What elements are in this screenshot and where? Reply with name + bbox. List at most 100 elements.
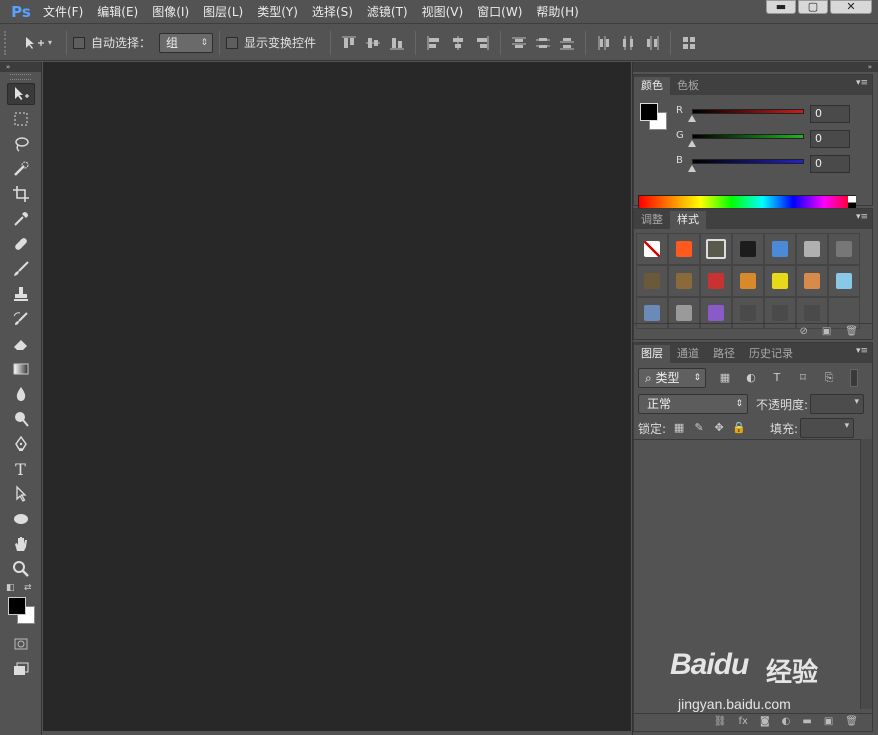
menu-file[interactable]: 文件(F) [36,0,90,24]
blue-value-input[interactable]: 0 [810,155,850,173]
dodge-tool[interactable] [7,408,35,430]
show-transform-checkbox[interactable] [226,36,239,49]
gradient-tool[interactable] [7,358,35,380]
dock-collapse-icon[interactable]: » [633,62,878,72]
options-bar-grip[interactable] [4,30,10,55]
lock-paint-icon[interactable]: ✎ [692,421,706,435]
red-slider-thumb[interactable] [688,115,696,122]
blur-tool[interactable] [7,383,35,405]
align-left-icon[interactable] [425,34,443,52]
tab-layers[interactable]: 图层 [634,345,670,363]
opacity-input[interactable]: ▾ [810,394,865,414]
adjustment-icon[interactable]: ◐ [782,716,791,727]
tab-swatches[interactable]: 色板 [670,77,706,95]
move-tool[interactable] [6,83,35,105]
healing-brush-tool[interactable] [7,233,35,255]
filter-pixel-icon[interactable]: ▦ [718,371,732,385]
marquee-tool[interactable] [7,108,35,130]
blend-mode-dropdown[interactable]: 正常 ⇕ [638,394,748,414]
tab-adjustments[interactable]: 调整 [634,211,670,229]
eraser-tool[interactable] [7,333,35,355]
hand-tool[interactable] [7,533,35,555]
new-layer-icon[interactable]: ▣ [824,716,833,727]
panel-foreground-swatch[interactable] [640,103,658,121]
green-value-input[interactable]: 0 [810,130,850,148]
path-select-tool[interactable] [7,483,35,505]
auto-select-checkbox[interactable] [73,36,85,49]
menu-select[interactable]: 选择(S) [305,0,360,24]
style-swatch[interactable] [828,233,860,265]
style-swatch[interactable] [828,265,860,297]
blue-slider[interactable] [692,159,804,164]
lock-all-icon[interactable]: 🔒 [732,421,746,435]
menu-image[interactable]: 图像(I) [145,0,196,24]
lock-position-icon[interactable]: ✥ [712,421,726,435]
green-slider-thumb[interactable] [688,140,696,147]
style-swatch[interactable] [796,265,828,297]
style-swatch[interactable] [700,233,732,265]
style-swatch[interactable] [668,233,700,265]
fx-icon[interactable]: fx [739,716,748,727]
distribute-top-icon[interactable] [510,34,528,52]
style-swatch[interactable] [764,265,796,297]
pen-tool[interactable] [7,433,35,455]
mask-icon[interactable]: ◙ [760,716,770,727]
tab-paths[interactable]: 路径 [706,345,742,363]
style-swatch[interactable] [700,265,732,297]
brush-tool[interactable] [7,258,35,280]
red-value-input[interactable]: 0 [810,105,850,123]
style-swatch[interactable] [732,265,764,297]
filter-shape-icon[interactable]: ⌑ [796,371,810,385]
toolbox-grip[interactable] [10,74,31,80]
distribute-bottom-icon[interactable] [558,34,576,52]
tab-history[interactable]: 历史记录 [742,345,800,363]
close-button[interactable]: ✕ [830,0,872,14]
trash-icon[interactable]: 🗑 [845,326,858,337]
crop-tool[interactable] [7,183,35,205]
green-slider[interactable] [692,134,804,139]
tab-styles[interactable]: 样式 [670,211,706,229]
link-icon[interactable]: ⛓ [714,716,727,727]
align-vcenter-icon[interactable] [364,34,382,52]
default-colors-icon[interactable]: ◧ [6,583,15,593]
quick-mask-button[interactable] [7,633,35,655]
distribute-left-icon[interactable] [595,34,613,52]
tab-color[interactable]: 颜色 [634,77,670,95]
document-canvas-area[interactable] [43,62,631,731]
distribute-right-icon[interactable] [643,34,661,52]
history-brush-tool[interactable] [7,308,35,330]
auto-select-dropdown[interactable]: 组 ⇕ [159,32,214,53]
style-swatch[interactable] [668,265,700,297]
filter-smart-object-icon[interactable]: ⎘ [822,371,836,385]
lasso-tool[interactable] [7,133,35,155]
swap-colors-icon[interactable]: ⇄ [24,583,32,593]
red-slider[interactable] [692,109,804,114]
filter-type-icon[interactable]: T [770,371,784,385]
layers-scrollbar[interactable] [860,439,872,709]
style-swatch[interactable] [732,233,764,265]
trash-icon[interactable]: 🗑 [845,716,858,727]
menu-view[interactable]: 视图(V) [415,0,471,24]
auto-align-icon[interactable] [680,34,698,52]
panel-menu-icon[interactable]: ▾≡ [856,78,868,88]
distribute-hcenter-icon[interactable] [619,34,637,52]
menu-layer[interactable]: 图层(L) [196,0,250,24]
menu-type[interactable]: 类型(Y) [250,0,305,24]
lock-transparent-icon[interactable]: ▦ [672,421,686,435]
ellipse-tool[interactable] [7,508,35,530]
minimize-button[interactable]: ▬ [766,0,796,14]
style-swatch[interactable] [636,265,668,297]
menu-filter[interactable]: 滤镜(T) [360,0,415,24]
align-bottom-icon[interactable] [388,34,406,52]
tool-preset-picker[interactable]: ▾ [24,33,60,53]
style-swatch[interactable] [636,233,668,265]
folder-icon[interactable]: ▬ [802,716,811,727]
style-swatch[interactable] [764,233,796,265]
quick-select-tool[interactable] [7,158,35,180]
maximize-button[interactable]: ▢ [798,0,828,14]
filter-toggle[interactable] [850,369,858,387]
eyedropper-tool[interactable] [7,208,35,230]
align-top-icon[interactable] [340,34,358,52]
distribute-vcenter-icon[interactable] [534,34,552,52]
style-swatch[interactable] [796,233,828,265]
